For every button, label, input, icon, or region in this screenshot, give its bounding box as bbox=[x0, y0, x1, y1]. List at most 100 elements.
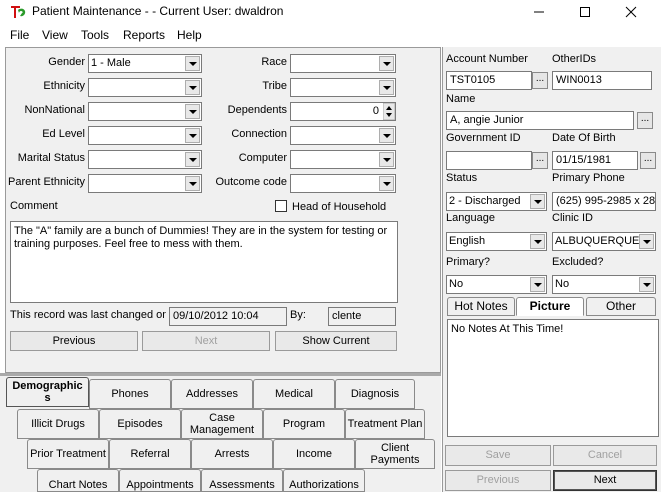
language-select[interactable]: English bbox=[446, 232, 547, 251]
tab-income[interactable]: Income bbox=[273, 439, 355, 469]
tab-appointments[interactable]: Appointments bbox=[119, 469, 201, 492]
dob-field[interactable]: 01/15/1981 bbox=[552, 151, 638, 170]
chevron-down-icon[interactable] bbox=[185, 128, 200, 143]
notes-textarea[interactable]: No Notes At This Time! bbox=[447, 319, 659, 437]
chevron-down-icon[interactable] bbox=[379, 176, 394, 191]
tab-label: Treatment Plan bbox=[347, 418, 423, 430]
parent-ethnicity-select[interactable] bbox=[88, 174, 202, 193]
dependents-value: 0 bbox=[372, 105, 379, 117]
account-lookup-button[interactable]: ... bbox=[532, 72, 548, 89]
marital-status-select[interactable] bbox=[88, 150, 202, 169]
language-value: English bbox=[449, 235, 486, 247]
tab-addresses[interactable]: Addresses bbox=[171, 379, 253, 409]
menu-view[interactable]: View bbox=[42, 28, 68, 42]
name-field[interactable]: A, angie Junior bbox=[446, 111, 634, 130]
government-id-lookup-button[interactable]: ... bbox=[532, 152, 548, 169]
comment-textarea[interactable]: The "A" family are a bunch of Dummies! T… bbox=[10, 221, 398, 303]
comment-text: The "A" family are a bunch of Dummies! T… bbox=[14, 225, 388, 250]
tab-chart-notes[interactable]: Chart Notes bbox=[37, 469, 119, 492]
ethnicity-label: Ethnicity bbox=[43, 80, 85, 92]
ethnicity-select[interactable] bbox=[88, 78, 202, 97]
computer-select[interactable] bbox=[290, 150, 396, 169]
by-label: By: bbox=[290, 309, 306, 321]
footer-next-button[interactable]: Next bbox=[553, 470, 657, 491]
head-of-household-checkbox[interactable] bbox=[275, 200, 287, 212]
status-select[interactable]: 2 - Discharged bbox=[446, 192, 547, 211]
footer-previous-button[interactable]: Previous bbox=[445, 470, 551, 491]
tribe-select[interactable] bbox=[290, 78, 396, 97]
tab-label: Case Management bbox=[189, 412, 255, 436]
tab-phones[interactable]: Phones bbox=[89, 379, 171, 409]
save-button[interactable]: Save bbox=[445, 445, 551, 466]
chevron-down-icon[interactable] bbox=[185, 176, 200, 191]
primary-select[interactable]: No bbox=[446, 275, 547, 294]
primary-phone-label: Primary Phone bbox=[552, 172, 625, 184]
tab-demographics[interactable]: Demographics bbox=[6, 377, 89, 407]
close-button[interactable] bbox=[608, 0, 654, 24]
tab-illicit-drugs[interactable]: Illicit Drugs bbox=[17, 409, 99, 439]
maximize-button[interactable] bbox=[562, 0, 608, 24]
government-id-field[interactable] bbox=[446, 151, 532, 170]
excluded-select[interactable]: No bbox=[552, 275, 656, 294]
tab-diagnosis[interactable]: Diagnosis bbox=[335, 379, 415, 409]
chevron-down-icon[interactable] bbox=[379, 152, 394, 167]
spin-updown-icon[interactable] bbox=[383, 103, 395, 120]
tab-authorizations[interactable]: Authorizations bbox=[283, 469, 365, 492]
tab-assessments[interactable]: Assessments bbox=[201, 469, 283, 492]
dependents-spinner[interactable]: 0 bbox=[290, 102, 396, 121]
tab-program[interactable]: Program bbox=[263, 409, 345, 439]
chevron-down-icon[interactable] bbox=[530, 277, 545, 292]
tab-picture[interactable]: Picture bbox=[516, 297, 584, 316]
chevron-down-icon[interactable] bbox=[639, 277, 654, 292]
race-select[interactable] bbox=[290, 54, 396, 73]
nonnational-label: NonNational bbox=[24, 104, 85, 116]
tab-hot-notes[interactable]: Hot Notes bbox=[447, 297, 515, 316]
notes-text: No Notes At This Time! bbox=[451, 323, 564, 335]
tab-prior-treatment[interactable]: Prior Treatment bbox=[27, 439, 109, 469]
tab-referral[interactable]: Referral bbox=[109, 439, 191, 469]
account-number-field[interactable]: TST0105 bbox=[446, 71, 532, 90]
other-ids-field[interactable]: WIN0013 bbox=[552, 71, 652, 90]
primary-label: Primary? bbox=[446, 256, 491, 268]
dob-picker-button[interactable]: ... bbox=[640, 152, 656, 169]
chevron-down-icon[interactable] bbox=[379, 80, 394, 95]
tab-case-management[interactable]: Case Management bbox=[181, 409, 263, 439]
chevron-down-icon[interactable] bbox=[639, 234, 654, 249]
clinic-id-select[interactable]: ALBUQUERQUE bbox=[552, 232, 656, 251]
ed-level-select[interactable] bbox=[88, 126, 202, 145]
tab-arrests[interactable]: Arrests bbox=[191, 439, 273, 469]
other-ids-label: OtherIDs bbox=[552, 53, 597, 65]
chevron-down-icon[interactable] bbox=[185, 104, 200, 119]
menu-file[interactable]: File bbox=[10, 28, 29, 42]
gender-select[interactable]: 1 - Male bbox=[88, 54, 202, 73]
chevron-down-icon[interactable] bbox=[530, 234, 545, 249]
maximize-icon bbox=[580, 7, 590, 17]
primary-phone-field[interactable]: (625) 995-2985 x 289 bbox=[552, 192, 656, 211]
chevron-down-icon[interactable] bbox=[379, 128, 394, 143]
computer-label: Computer bbox=[238, 152, 287, 164]
chevron-down-icon[interactable] bbox=[185, 152, 200, 167]
menu-reports[interactable]: Reports bbox=[123, 28, 165, 42]
name-lookup-button[interactable]: ... bbox=[637, 112, 653, 129]
previous-record-button[interactable]: Previous bbox=[10, 331, 138, 351]
chevron-down-icon[interactable] bbox=[185, 56, 200, 71]
menu-help[interactable]: Help bbox=[177, 28, 202, 42]
minimize-button[interactable] bbox=[516, 0, 562, 24]
connection-select[interactable] bbox=[290, 126, 396, 145]
show-current-button[interactable]: Show Current bbox=[275, 331, 397, 351]
tab-episodes[interactable]: Episodes bbox=[99, 409, 181, 439]
tab-other[interactable]: Other bbox=[586, 297, 656, 316]
next-record-button[interactable]: Next bbox=[142, 331, 270, 351]
dob-label: Date Of Birth bbox=[552, 132, 616, 144]
tab-label: Illicit Drugs bbox=[31, 418, 85, 430]
outcome-code-select[interactable] bbox=[290, 174, 396, 193]
tab-treatment-plan[interactable]: Treatment Plan bbox=[345, 409, 425, 439]
chevron-down-icon[interactable] bbox=[530, 194, 545, 209]
tab-client-payments[interactable]: Client Payments bbox=[355, 439, 435, 469]
cancel-button[interactable]: Cancel bbox=[553, 445, 657, 466]
tab-medical[interactable]: Medical bbox=[253, 379, 335, 409]
menu-tools[interactable]: Tools bbox=[81, 28, 109, 42]
nonnational-select[interactable] bbox=[88, 102, 202, 121]
chevron-down-icon[interactable] bbox=[185, 80, 200, 95]
chevron-down-icon[interactable] bbox=[379, 56, 394, 71]
